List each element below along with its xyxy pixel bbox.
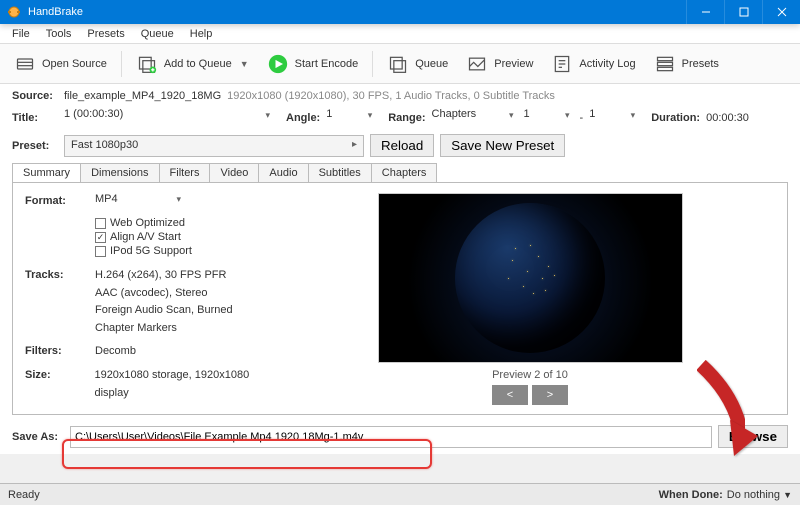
save-new-preset-button[interactable]: Save New Preset [440, 134, 565, 157]
tab-subtitles[interactable]: Subtitles [308, 163, 372, 182]
browse-button[interactable]: Browse [718, 425, 788, 448]
format-select[interactable]: MP4 [95, 193, 185, 211]
preset-select[interactable]: Fast 1080p30 [64, 135, 364, 157]
tab-chapters[interactable]: Chapters [371, 163, 438, 182]
add-to-queue-label: Add to Queue [164, 58, 232, 70]
app-icon [6, 4, 22, 20]
menu-help[interactable]: Help [182, 26, 221, 42]
size-value: 1920x1080 storage, 1920x1080 display [94, 367, 285, 402]
film-icon [14, 53, 36, 75]
when-done-label: When Done: [659, 489, 723, 501]
minimize-button[interactable] [686, 0, 724, 24]
preset-label: Preset: [12, 140, 58, 152]
start-encode-button[interactable]: Start Encode [259, 49, 367, 79]
tab-audio[interactable]: Audio [258, 163, 308, 182]
range-type-select[interactable]: Chapters [432, 108, 518, 128]
toolbar-presets-button[interactable]: Presets [646, 49, 727, 79]
window-title: HandBrake [28, 6, 83, 18]
menu-file[interactable]: File [4, 26, 38, 42]
preview-caption: Preview 2 of 10 [492, 369, 568, 381]
tab-bar: Summary Dimensions Filters Video Audio S… [12, 163, 788, 183]
angle-select[interactable]: 1 [326, 108, 376, 128]
tab-dimensions[interactable]: Dimensions [80, 163, 159, 182]
image-icon [466, 53, 488, 75]
preview-prev-button[interactable]: < [492, 385, 528, 405]
reload-button[interactable]: Reload [370, 134, 434, 157]
preview-image [378, 193, 683, 363]
play-icon [267, 53, 289, 75]
range-dash: - [580, 112, 584, 124]
tracks-line: Foreign Audio Scan, Burned [95, 302, 233, 320]
status-text: Ready [8, 489, 40, 501]
source-label: Source: [12, 90, 58, 102]
ipod-5g-checkbox[interactable]: IPod 5G Support [95, 245, 192, 257]
tracks-label: Tracks: [25, 267, 95, 281]
source-name: file_example_MP4_1920_18MG [64, 90, 221, 102]
when-done-select[interactable]: Do nothing ▼ [727, 489, 792, 501]
filters-value: Decomb [95, 343, 136, 361]
activity-log-label: Activity Log [579, 58, 635, 70]
toolbar: Open Source Add to Queue ▼ Start Encode … [0, 44, 800, 84]
queue-button[interactable]: Queue [379, 49, 456, 79]
status-bar: Ready When Done: Do nothing ▼ [0, 483, 800, 505]
duration-value: 00:00:30 [706, 112, 749, 124]
save-as-label: Save As: [12, 431, 64, 443]
chevron-down-icon: ▼ [783, 490, 792, 500]
queue-add-icon [136, 53, 158, 75]
stack-icon [387, 53, 409, 75]
menu-bar: File Tools Presets Queue Help [0, 24, 800, 44]
tab-filters[interactable]: Filters [159, 163, 211, 182]
presets-label: Presets [682, 58, 719, 70]
filters-label: Filters: [25, 343, 95, 357]
range-from-select[interactable]: 1 [524, 108, 574, 128]
add-to-queue-button[interactable]: Add to Queue ▼ [128, 49, 257, 79]
tab-summary[interactable]: Summary [12, 163, 81, 182]
format-label: Format: [25, 193, 95, 207]
preview-next-button[interactable]: > [532, 385, 568, 405]
source-meta: 1920x1080 (1920x1080), 30 FPS, 1 Audio T… [227, 90, 555, 102]
range-label: Range: [388, 112, 425, 124]
open-source-label: Open Source [42, 58, 107, 70]
tab-video[interactable]: Video [209, 163, 259, 182]
save-as-input[interactable] [70, 426, 712, 448]
angle-label: Angle: [286, 112, 320, 124]
log-icon [551, 53, 573, 75]
preview-button[interactable]: Preview [458, 49, 541, 79]
chevron-down-icon: ▼ [240, 59, 249, 69]
tracks-line: Chapter Markers [95, 320, 233, 338]
size-label: Size: [25, 367, 94, 381]
title-label: Title: [12, 112, 58, 124]
menu-queue[interactable]: Queue [133, 26, 182, 42]
presets-icon [654, 53, 676, 75]
tab-panel-summary: Format: MP4 Web Optimized ✓Align A/V Sta… [12, 183, 788, 415]
preview-label: Preview [494, 58, 533, 70]
menu-tools[interactable]: Tools [38, 26, 80, 42]
queue-label: Queue [415, 58, 448, 70]
web-optimized-checkbox[interactable]: Web Optimized [95, 217, 192, 229]
title-bar: HandBrake [0, 0, 800, 24]
align-av-checkbox[interactable]: ✓Align A/V Start [95, 231, 192, 243]
start-encode-label: Start Encode [295, 58, 359, 70]
maximize-button[interactable] [724, 0, 762, 24]
activity-log-button[interactable]: Activity Log [543, 49, 643, 79]
tracks-line: H.264 (x264), 30 FPS PFR [95, 267, 233, 285]
close-button[interactable] [762, 0, 800, 24]
menu-presets[interactable]: Presets [79, 26, 132, 42]
range-to-select[interactable]: 1 [589, 108, 639, 128]
duration-label: Duration: [651, 112, 700, 124]
title-select[interactable]: 1 (00:00:30) [64, 108, 274, 128]
tracks-line: AAC (avcodec), Stereo [95, 285, 233, 303]
open-source-button[interactable]: Open Source [6, 49, 115, 79]
